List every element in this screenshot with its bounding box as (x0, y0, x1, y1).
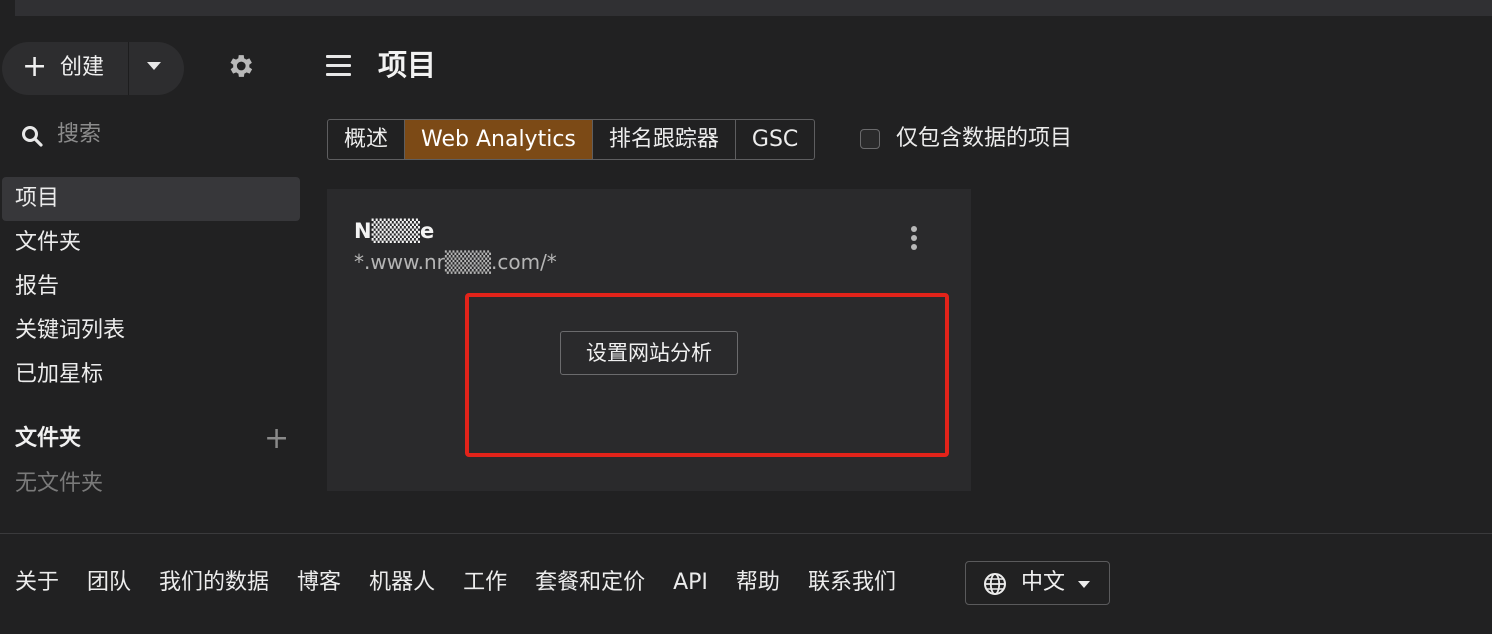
footer-divider (0, 533, 1492, 534)
caret-down-icon[interactable] (147, 62, 161, 70)
footer-links: 关于 团队 我们的数据 博客 机器人 工作 套餐和定价 API 帮助 联系我们 (15, 566, 924, 600)
create-split-button[interactable]: + 创建 (2, 42, 184, 95)
tab-overview[interactable]: 概述 (328, 120, 406, 159)
sidebar-item-projects[interactable]: 项目 (2, 177, 300, 221)
footer-link-help[interactable]: 帮助 (736, 566, 780, 600)
footer-link-about[interactable]: 关于 (15, 566, 59, 600)
create-button-divider (128, 42, 129, 95)
data-only-checkbox[interactable] (860, 129, 880, 149)
footer-link-blog[interactable]: 博客 (297, 566, 341, 600)
project-tabs: 概述 Web Analytics 排名跟踪器 GSC (327, 119, 816, 160)
globe-icon (984, 573, 1006, 595)
sidebar-item-starred[interactable]: 已加星标 (2, 353, 300, 397)
data-only-checkbox-label[interactable]: 仅包含数据的项目 (896, 125, 1072, 153)
footer-link-pricing[interactable]: 套餐和定价 (535, 566, 645, 600)
folders-heading: 文件夹 (15, 426, 82, 451)
gear-icon[interactable] (225, 51, 255, 81)
project-name[interactable]: N▒▒▒e (354, 218, 434, 244)
more-vertical-icon[interactable] (907, 225, 921, 251)
footer-link-team[interactable]: 团队 (87, 566, 131, 600)
add-folder-icon[interactable]: + (264, 424, 289, 454)
no-folders-text: 无文件夹 (15, 471, 104, 496)
hamburger-icon[interactable] (326, 54, 352, 76)
project-url: *.www.nr▒▒▒.com/* (354, 250, 557, 274)
tab-rank-tracker[interactable]: 排名跟踪器 (593, 120, 736, 159)
search-input[interactable]: 搜索 (57, 121, 101, 149)
highlight-annotation-box (465, 293, 949, 457)
create-button-label: 创建 (60, 55, 105, 80)
plus-icon: + (22, 49, 48, 84)
sidebar-item-keyword-lists[interactable]: 关键词列表 (2, 309, 300, 353)
tab-gsc[interactable]: GSC (736, 120, 814, 159)
language-label: 中文 (1021, 570, 1066, 595)
sidebar-item-folders[interactable]: 文件夹 (2, 221, 300, 265)
language-selector[interactable]: 中文 (965, 561, 1110, 605)
tab-web-analytics[interactable]: Web Analytics (405, 120, 593, 159)
footer-link-contact[interactable]: 联系我们 (808, 566, 896, 600)
sidebar-item-reports[interactable]: 报告 (2, 265, 300, 309)
footer-link-jobs[interactable]: 工作 (463, 566, 507, 600)
caret-down-icon (1078, 581, 1090, 588)
footer-link-api[interactable]: API (673, 566, 708, 600)
search-icon (22, 126, 43, 147)
page-title: 项目 (378, 48, 437, 82)
footer-link-our-data[interactable]: 我们的数据 (159, 566, 269, 600)
footer-link-robot[interactable]: 机器人 (369, 566, 435, 600)
top-bar (15, 0, 1492, 16)
